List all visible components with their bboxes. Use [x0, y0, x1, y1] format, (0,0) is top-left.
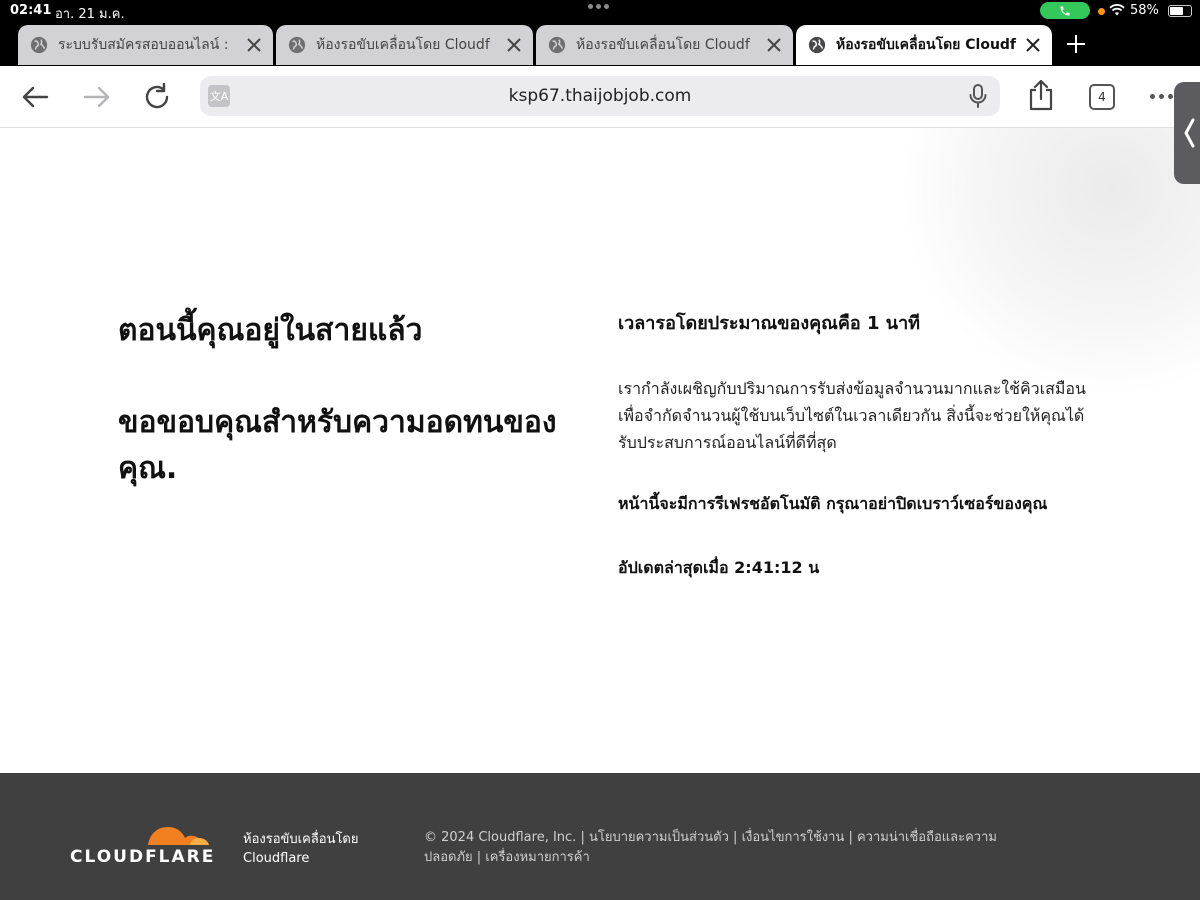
- waiting-room-content: ตอนนี้คุณอยู่ในสายแล้ว ขอขอบคุณสำหรับควา…: [0, 128, 1200, 773]
- privacy-indicator-icon: [1098, 8, 1105, 15]
- footer-legal-links[interactable]: © 2024 Cloudflare, Inc. | นโยบายความเป็น…: [424, 828, 1044, 868]
- wifi-icon: [1109, 4, 1125, 16]
- queue-description: เรากำลังเผชิญกับปริมาณการรับส่งข้อมูลจำน…: [618, 379, 1086, 452]
- share-icon: [1029, 79, 1053, 111]
- url-text: ksp67.thaijobjob.com: [508, 86, 692, 106]
- new-tab-button[interactable]: [1062, 30, 1090, 58]
- battery-icon: [1168, 5, 1192, 17]
- plus-icon: [1067, 35, 1085, 53]
- waiting-room-powered-by: ห้องรอขับเคลื่อนโดย Cloudflare: [243, 832, 359, 866]
- back-arrow-icon: [22, 86, 49, 108]
- reload-icon: [145, 83, 169, 109]
- tab-bar: ระบบรับสมัครสอบออนไลน์ : ห้องรอขับเคลื่อ…: [0, 22, 1200, 66]
- thank-you-heading: ขอขอบคุณสำหรับความอดทนของคุณ.: [118, 405, 557, 486]
- microphone-icon[interactable]: [966, 84, 990, 108]
- close-icon[interactable]: [499, 30, 529, 60]
- cloudflare-wordmark: CLOUDFLARE: [70, 847, 216, 867]
- reload-button[interactable]: [140, 80, 174, 114]
- status-time: 02:41: [10, 3, 52, 18]
- footer: CLOUDFLARE ห้องรอขับเคลื่อนโดย Cloudflar…: [0, 773, 1200, 900]
- address-bar[interactable]: 文A ksp67.thaijobjob.com: [200, 76, 1000, 116]
- battery-percent: 58%: [1130, 3, 1159, 18]
- last-updated-time: อัปเดตล่าสุดเมื่อ 2:41:12 น: [618, 558, 820, 577]
- forward-arrow-icon: [83, 86, 110, 108]
- tab-overview-button[interactable]: 4: [1089, 84, 1115, 110]
- side-panel-handle[interactable]: [1174, 82, 1200, 184]
- more-options-icon[interactable]: [1150, 94, 1173, 99]
- call-indicator-icon[interactable]: [1040, 2, 1090, 19]
- in-queue-heading: ตอนนี้คุณอยู่ในสายแล้ว: [118, 313, 423, 348]
- globe-icon: [548, 36, 566, 54]
- estimated-wait-time: เวลารอโดยประมาณของคุณคือ 1 นาที: [618, 313, 921, 334]
- globe-icon: [808, 36, 826, 54]
- tab-4-active[interactable]: ห้องรอขับเคลื่อนโดย Cloudf: [796, 25, 1052, 65]
- browser-toolbar: 文A ksp67.thaijobjob.com 4: [0, 66, 1200, 128]
- close-icon[interactable]: [239, 30, 269, 60]
- tab-title: ระบบรับสมัครสอบออนไลน์ :: [58, 37, 229, 53]
- close-icon[interactable]: [759, 30, 789, 60]
- forward-button[interactable]: [80, 80, 114, 114]
- globe-icon: [30, 36, 48, 54]
- tab-2[interactable]: ห้องรอขับเคลื่อนโดย Cloudf: [276, 25, 533, 65]
- status-date: อา. 21 ม.ค.: [55, 7, 125, 22]
- multitasking-dots-icon[interactable]: [588, 4, 609, 9]
- tab-title: ห้องรอขับเคลื่อนโดย Cloudf: [836, 37, 1017, 53]
- status-bar: 02:41 อา. 21 ม.ค. 58%: [0, 0, 1200, 22]
- chevron-left-icon: [1184, 118, 1195, 148]
- share-button[interactable]: [1024, 78, 1058, 112]
- tab-1[interactable]: ระบบรับสมัครสอบออนไลน์ :: [18, 25, 273, 65]
- tab-title: ห้องรอขับเคลื่อนโดย Cloudf: [316, 37, 490, 53]
- globe-icon: [288, 36, 306, 54]
- tab-3[interactable]: ห้องรอขับเคลื่อนโดย Cloudf: [536, 25, 793, 65]
- auto-refresh-note: หน้านี้จะมีการรีเฟรชอัตโนมัติ กรุณาอย่าป…: [618, 494, 1048, 513]
- tab-title: ห้องรอขับเคลื่อนโดย Cloudf: [576, 37, 750, 53]
- close-icon[interactable]: [1018, 30, 1048, 60]
- footer-legal-text[interactable]: © 2024 Cloudflare, Inc. | นโยบายความเป็น…: [424, 830, 997, 865]
- back-button[interactable]: [18, 80, 52, 114]
- background-glow: [900, 128, 1200, 398]
